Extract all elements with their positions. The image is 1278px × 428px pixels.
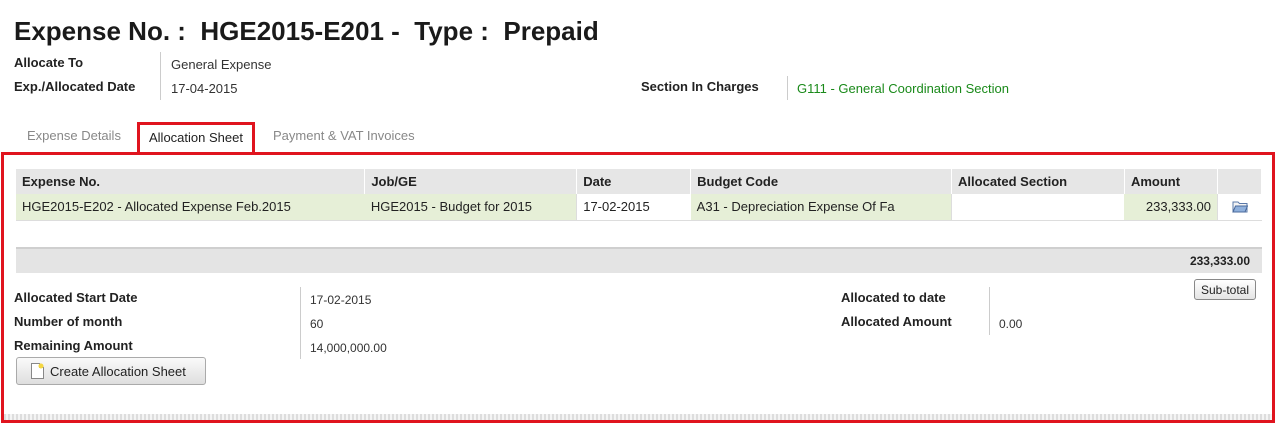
column-header-budget-code: Budget Code <box>690 169 953 194</box>
remaining-amount-value: 14,000,000.00 <box>310 341 387 355</box>
table-row[interactable]: HGE2015-E202 - Allocated Expense Feb.201… <box>16 194 1262 221</box>
table-total-row: 233,333.00 <box>16 247 1262 273</box>
column-header-allocated-section: Allocated Section <box>951 169 1125 194</box>
date-value: 17-04-2015 <box>171 81 238 96</box>
column-header-date: Date <box>576 169 692 194</box>
section-value-link[interactable]: G111 - General Coordination Section <box>797 81 1009 96</box>
column-header-actions <box>1217 169 1263 194</box>
header-divider <box>160 52 161 100</box>
date-label: Exp./Allocated Date <box>14 79 136 94</box>
allocated-amount-value: 0.00 <box>999 317 1023 331</box>
cell-budget-code: A31 - Depreciation Expense Of Fa <box>690 194 952 221</box>
cell-expense-no: HGE2015-E202 - Allocated Expense Feb.201… <box>16 194 365 221</box>
create-allocation-sheet-label: Create Allocation Sheet <box>50 363 186 379</box>
column-header-expense-no: Expense No. <box>16 169 366 194</box>
table-header-row: Expense No. Job/GE Date Budget Code Allo… <box>16 169 1263 194</box>
number-of-month-label: Number of month <box>14 314 123 329</box>
allocated-start-date-label: Allocated Start Date <box>14 290 138 305</box>
allocation-table: Expense No. Job/GE Date Budget Code Allo… <box>16 169 1263 221</box>
cell-job-ge: HGE2015 - Budget for 2015 <box>364 194 577 221</box>
section-divider <box>787 76 788 100</box>
allocated-amount-label: Allocated Amount <box>841 314 952 329</box>
subtotal-button[interactable]: Sub-total <box>1193 279 1256 300</box>
create-allocation-sheet-button[interactable]: Create Allocation Sheet <box>16 357 206 385</box>
page-title: Expense No. : HGE2015-E201 - Type : Prep… <box>14 16 599 46</box>
allocate-to-value: General Expense <box>171 57 272 72</box>
section-label: Section In Charges <box>641 79 759 94</box>
tab-expense-details[interactable]: Expense Details <box>27 122 121 152</box>
column-header-job-ge: Job/GE <box>364 169 578 194</box>
allocated-start-date-value: 17-02-2015 <box>310 293 372 307</box>
cell-actions <box>1216 194 1262 221</box>
tab-payment-vat-invoices[interactable]: Payment & VAT Invoices <box>273 122 415 152</box>
folder-open-icon[interactable] <box>1231 200 1248 213</box>
remaining-amount-label: Remaining Amount <box>14 338 133 353</box>
column-header-amount: Amount <box>1124 169 1218 194</box>
allocated-divider <box>989 287 990 335</box>
summary-divider <box>300 287 301 359</box>
number-of-month-value: 60 <box>310 317 324 331</box>
panel-bottom-border <box>4 414 1272 420</box>
cell-allocated-section <box>951 194 1125 221</box>
allocate-to-label: Allocate To <box>14 55 84 70</box>
allocation-sheet-panel: Expense No. Job/GE Date Budget Code Allo… <box>1 152 1275 423</box>
new-document-icon <box>31 363 44 379</box>
cell-amount: 233,333.00 <box>1124 194 1218 221</box>
allocated-to-date-label: Allocated to date <box>841 290 946 305</box>
cell-date: 17-02-2015 <box>576 194 691 221</box>
tab-allocation-sheet[interactable]: Allocation Sheet <box>137 122 255 152</box>
